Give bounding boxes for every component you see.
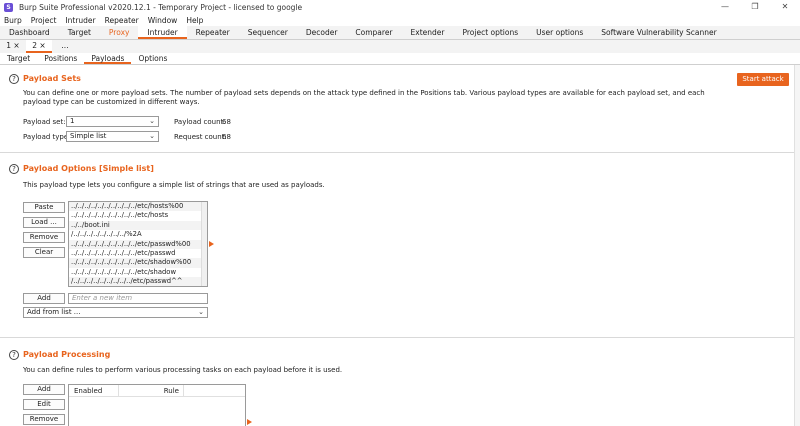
menu-repeater[interactable]: Repeater: [105, 16, 139, 25]
payload-set-select[interactable]: 1 ⌄: [66, 116, 159, 127]
tab-user-options[interactable]: User options: [527, 26, 592, 39]
request-count-label: Request count:: [174, 133, 227, 141]
tab-sequencer[interactable]: Sequencer: [239, 26, 297, 39]
list-scrollbar[interactable]: [201, 202, 207, 286]
intruder-tab-bar: 1 × 2 × ...: [0, 40, 800, 53]
payload-count-label: Payload count:: [174, 118, 226, 126]
list-item[interactable]: /../../../../../../../../../etc/passwd^^: [69, 277, 207, 286]
add-rule-button[interactable]: Add: [23, 384, 65, 395]
add-from-list-select[interactable]: Add from list ... ⌄: [23, 307, 208, 318]
window-title: Burp Suite Professional v2020.12.1 - Tem…: [19, 2, 303, 12]
payload-sets-description: You can define one or more payload sets.…: [23, 89, 705, 106]
list-item[interactable]: ../../../../../../../../../../etc/shadow: [69, 268, 207, 277]
window-controls: — ❐ ✕: [710, 0, 800, 14]
payload-type-value: Simple list: [70, 132, 107, 140]
column-rule[interactable]: Rule: [119, 385, 184, 396]
help-icon[interactable]: ?: [9, 350, 19, 360]
remove-rule-button[interactable]: Remove: [23, 414, 65, 425]
payload-list[interactable]: ../../../../../../../../../../etc/hosts%…: [68, 201, 208, 287]
tab-project-options[interactable]: Project options: [453, 26, 527, 39]
attack-config-tabs: Target Positions Payloads Options: [0, 53, 800, 65]
payload-count-value: 68: [222, 118, 231, 126]
tab-repeater[interactable]: Repeater: [187, 26, 239, 39]
menu-window[interactable]: Window: [148, 16, 178, 25]
tab-payloads[interactable]: Payloads: [84, 53, 132, 64]
tab-extender[interactable]: Extender: [402, 26, 454, 39]
new-item-input[interactable]: Enter a new item: [68, 293, 208, 304]
burp-logo-icon: S: [4, 2, 13, 12]
tab-options[interactable]: Options: [131, 53, 174, 64]
payload-options-title: Payload Options [Simple list]: [23, 164, 154, 173]
maximize-button[interactable]: ❐: [740, 0, 770, 14]
intruder-tab-1[interactable]: 1 ×: [0, 40, 26, 53]
list-item[interactable]: ../../../../../../../../../../etc/hosts%…: [69, 202, 207, 212]
list-item[interactable]: ../../../../../../../../../../etc/passwd…: [69, 239, 207, 249]
intruder-tab-new[interactable]: ...: [52, 40, 78, 53]
chevron-down-icon: ⌄: [149, 132, 155, 140]
tab-vulnerability-scanner[interactable]: Software Vulnerability Scanner: [592, 26, 725, 39]
title-bar: S Burp Suite Professional v2020.12.1 - T…: [0, 0, 800, 14]
tab-dashboard[interactable]: Dashboard: [0, 26, 59, 39]
list-item[interactable]: ../../../../../../../../../../etc/shadow…: [69, 258, 207, 268]
chevron-down-icon: ⌄: [149, 117, 155, 125]
close-button[interactable]: ✕: [770, 0, 800, 14]
start-attack-button[interactable]: Start attack: [737, 73, 789, 86]
paste-button[interactable]: Paste: [23, 202, 65, 213]
clear-button[interactable]: Clear: [23, 247, 65, 258]
request-count-value: 68: [222, 133, 231, 141]
column-enabled[interactable]: Enabled: [69, 385, 119, 396]
section-divider: [0, 152, 800, 153]
payload-type-select[interactable]: Simple list ⌄: [66, 131, 159, 142]
chevron-down-icon: ⌄: [198, 308, 204, 316]
list-item[interactable]: ../../../../../../../../../../etc/hosts: [69, 211, 207, 220]
expand-arrow-icon[interactable]: [247, 419, 252, 425]
tab-intruder[interactable]: Intruder: [138, 26, 187, 39]
minimize-button[interactable]: —: [710, 0, 740, 14]
payload-sets-title: Payload Sets: [23, 74, 81, 83]
tab-target[interactable]: Target: [59, 26, 100, 39]
payload-type-label: Payload type:: [23, 133, 71, 141]
main-tab-bar: Dashboard Target Proxy Intruder Repeater…: [0, 26, 800, 40]
help-icon[interactable]: ?: [9, 74, 19, 84]
menu-intruder[interactable]: Intruder: [65, 16, 95, 25]
table-header: Enabled Rule: [69, 385, 245, 397]
tab-positions[interactable]: Positions: [37, 53, 84, 64]
tab-decoder[interactable]: Decoder: [297, 26, 347, 39]
payload-set-label: Payload set:: [23, 118, 66, 126]
add-button[interactable]: Add: [23, 293, 65, 304]
tab-proxy[interactable]: Proxy: [100, 26, 139, 39]
list-item[interactable]: /../../../../../../../../%2A: [69, 230, 207, 239]
menu-project[interactable]: Project: [31, 16, 57, 25]
menu-help[interactable]: Help: [186, 16, 203, 25]
expand-arrow-icon[interactable]: [209, 241, 214, 247]
payload-options-description: This payload type lets you configure a s…: [23, 181, 325, 189]
payload-processing-description: You can define rules to perform various …: [23, 366, 343, 374]
menu-burp[interactable]: Burp: [4, 16, 22, 25]
tab-attack-target[interactable]: Target: [0, 53, 37, 64]
remove-button[interactable]: Remove: [23, 232, 65, 243]
intruder-tab-2[interactable]: 2 ×: [26, 40, 52, 53]
edit-rule-button[interactable]: Edit: [23, 399, 65, 410]
tab-comparer[interactable]: Comparer: [346, 26, 401, 39]
payload-processing-title: Payload Processing: [23, 350, 111, 359]
add-from-list-value: Add from list ...: [27, 308, 81, 316]
section-divider: [0, 337, 800, 338]
list-item[interactable]: ../../../../../../../../../../etc/passwd: [69, 249, 207, 258]
payload-set-value: 1: [70, 117, 75, 125]
help-icon[interactable]: ?: [9, 164, 19, 174]
load-button[interactable]: Load ...: [23, 217, 65, 228]
menu-bar: Burp Project Intruder Repeater Window He…: [0, 14, 800, 26]
page-scrollbar[interactable]: [794, 65, 800, 426]
list-item[interactable]: ../../boot.ini: [69, 220, 207, 231]
processing-rules-table[interactable]: Enabled Rule: [68, 384, 246, 426]
